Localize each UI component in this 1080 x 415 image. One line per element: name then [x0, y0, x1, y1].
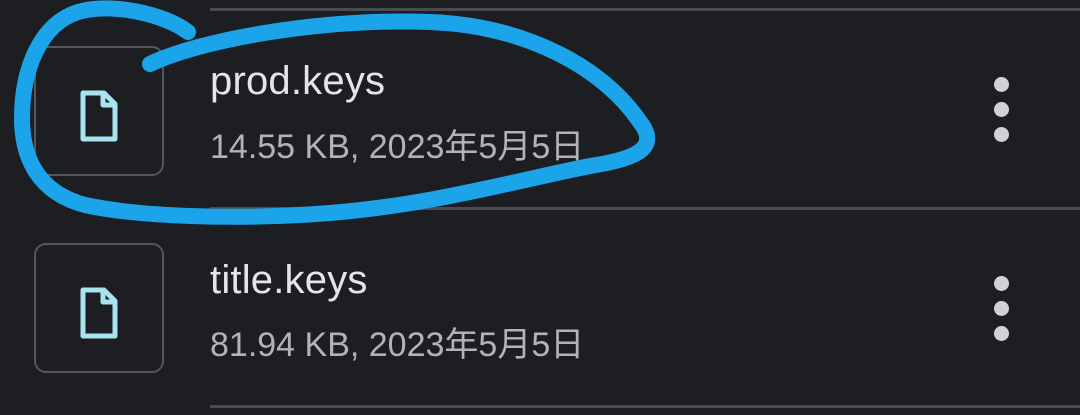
file-name: prod.keys — [210, 59, 386, 103]
more-vert-icon[interactable] — [978, 276, 1026, 342]
file-row-prod-keys[interactable]: prod.keys 14.55 KB, 2023年5月5日 — [0, 11, 1080, 207]
more-vert-icon[interactable] — [978, 77, 1026, 143]
list-divider — [210, 405, 1080, 408]
file-row-title-keys[interactable]: title.keys 81.94 KB, 2023年5月5日 — [0, 210, 1080, 406]
file-meta: 14.55 KB, 2023年5月5日 — [210, 128, 585, 166]
file-name: title.keys — [210, 258, 368, 302]
file-meta: 81.94 KB, 2023年5月5日 — [210, 326, 585, 364]
file-icon — [80, 287, 118, 339]
file-thumbnail — [34, 243, 164, 373]
file-thumbnail — [34, 46, 164, 176]
file-icon — [80, 90, 118, 142]
